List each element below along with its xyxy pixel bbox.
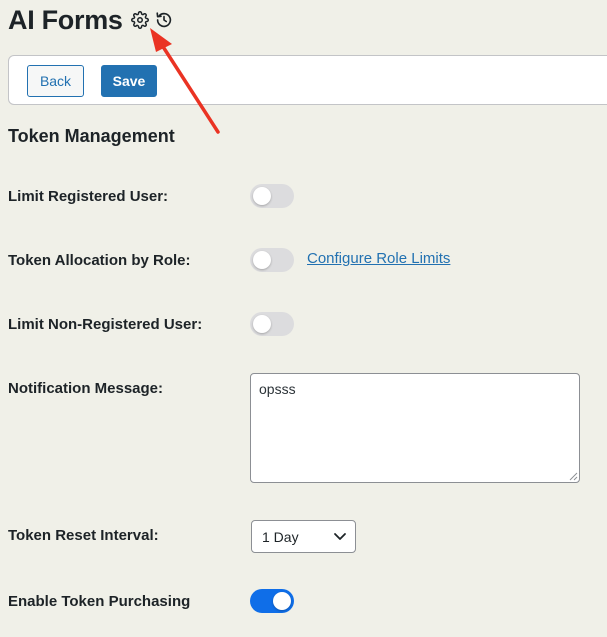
- page-header: AI Forms: [8, 2, 173, 38]
- toggle-knob: [253, 315, 271, 333]
- notification-message-textarea[interactable]: opsss: [250, 373, 580, 483]
- back-button[interactable]: Back: [27, 65, 84, 97]
- notification-message-value: opsss: [259, 381, 296, 397]
- toggle-knob: [273, 592, 291, 610]
- token-reset-interval-label: Token Reset Interval:: [8, 527, 159, 544]
- chevron-down-icon: [334, 533, 346, 540]
- gear-icon[interactable]: [130, 11, 149, 29]
- limit-registered-label: Limit Registered User:: [8, 188, 169, 205]
- allocation-by-role-toggle[interactable]: [250, 248, 294, 272]
- selected-value: 1 Day: [262, 528, 299, 545]
- token-reset-interval-select[interactable]: 1 Day: [251, 520, 356, 553]
- limit-non-registered-label: Limit Non-Registered User:: [8, 316, 203, 333]
- toggle-knob: [253, 187, 271, 205]
- token-purchasing-label: Enable Token Purchasing: [8, 593, 191, 610]
- configure-role-limits-link[interactable]: Configure Role Limits: [307, 250, 450, 267]
- save-button[interactable]: Save: [101, 65, 157, 97]
- section-title: Token Management: [8, 126, 175, 146]
- limit-registered-toggle[interactable]: [250, 184, 294, 208]
- toggle-knob: [253, 251, 271, 269]
- page-title: AI Forms: [8, 5, 123, 35]
- notification-message-label: Notification Message:: [8, 380, 164, 397]
- resize-grip-icon[interactable]: [569, 472, 578, 481]
- allocation-by-role-label: Token Allocation by Role:: [8, 252, 191, 269]
- action-toolbar: Back Save: [8, 55, 607, 105]
- token-purchasing-toggle[interactable]: [250, 589, 294, 613]
- limit-non-registered-toggle[interactable]: [250, 312, 294, 336]
- history-icon[interactable]: [155, 11, 173, 29]
